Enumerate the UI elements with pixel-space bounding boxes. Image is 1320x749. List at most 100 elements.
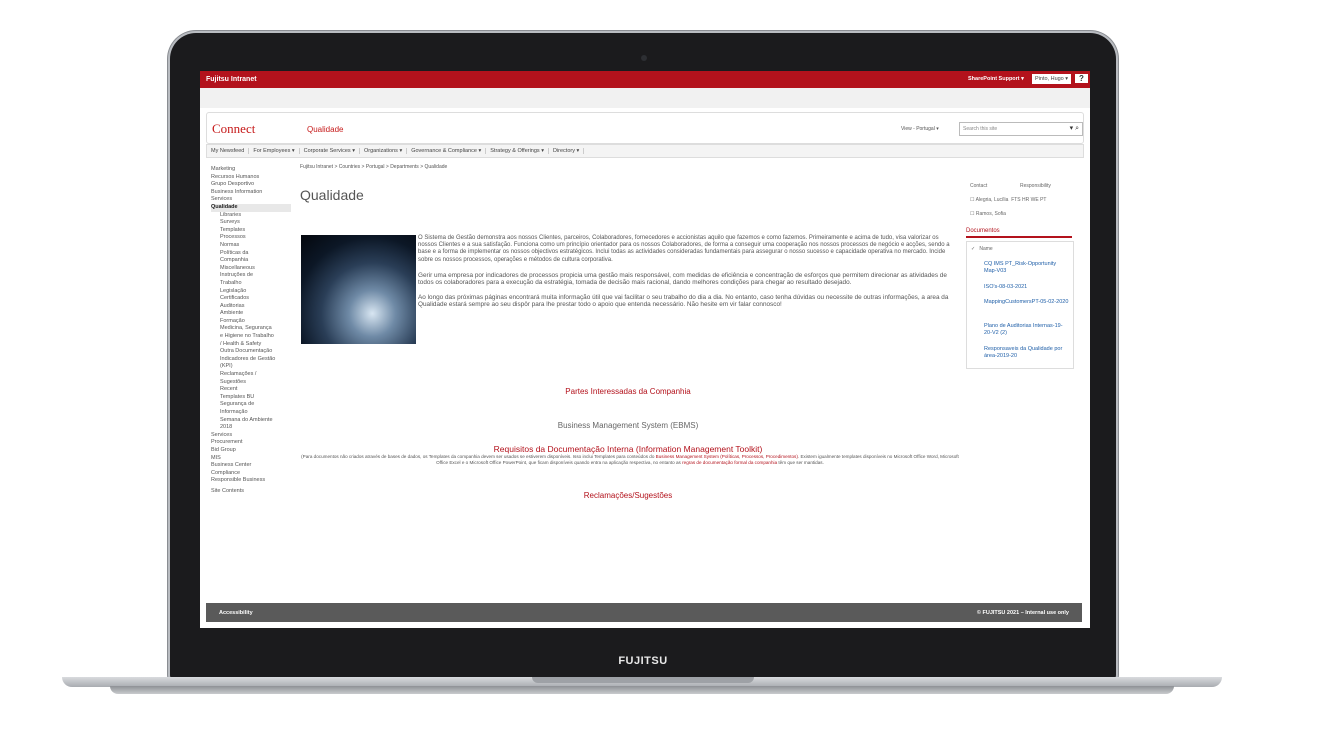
sidebar-item[interactable]: Qualidade [211,203,291,212]
sidebar-item[interactable]: e Higiene no Trabalho [211,333,291,341]
link-requisitos[interactable]: Requisitos da Documentação Interna (Info… [300,444,956,454]
note-e: têm que ser mantidas. [777,460,824,465]
sidebar-item[interactable]: 2018 [211,424,291,432]
laptop-base-shadow [110,686,1174,694]
nav-item[interactable]: Directory ▾ [549,148,585,154]
ribbon-area [200,88,1090,108]
contact-name[interactable]: Alegria, Lucília [976,197,1009,203]
sidebar-item[interactable]: / Health & Safety [211,341,291,349]
sidebar-item[interactable]: Certificados [211,295,291,303]
document-link[interactable]: Responsaveis da Qualidade por área-2019-… [984,346,1070,360]
help-icon[interactable]: ? [1075,74,1088,83]
view-label: View - Portugal [901,126,935,132]
link-reclamacoes[interactable]: Reclamações/Sugestões [300,491,956,500]
sidebar-item[interactable]: Políticas da [211,250,291,258]
documents-header: ✓ Name [971,246,993,252]
sidebar-item[interactable]: Grupo Desportivo [211,181,291,189]
user-menu[interactable]: Pinto, Hugo ▾ [1032,74,1072,84]
laptop-notch [532,677,754,683]
top-navigation: My Newsfeed For Employees ▾ Corporate Serv… [206,144,1084,158]
breadcrumb[interactable]: Fujitsu Intranet > Countries > Portugal … [300,164,447,170]
intranet-title[interactable]: Fujitsu Intranet [206,76,257,83]
sidebar-item[interactable]: Ambiente [211,310,291,318]
sidebar-item[interactable]: Templates [211,227,291,235]
note-link-rules[interactable]: regras de documentação formal da companh… [682,460,777,465]
sidebar-item[interactable]: Recursos Humanos [211,174,291,182]
sharepoint-support-menu[interactable]: SharePoint Support ▾ [968,76,1024,82]
sidebar-item[interactable]: Segurança de [211,401,291,409]
contacts-panel: Contact Responsibility ☐ Alegria, Lucília… [970,179,1051,221]
sidebar-item[interactable]: Legislação [211,288,291,296]
sidebar-item[interactable]: Semana do Ambiente [211,417,291,425]
nav-item[interactable]: Strategy & Offerings ▾ [486,148,549,154]
templates-note: (Para documentos não criados através de … [300,454,960,466]
sidebar-item[interactable]: Informação [211,409,291,417]
sidebar-item[interactable]: Medicina, Segurança [211,325,291,333]
note-a: (Para documentos não criados através de … [301,454,656,459]
sidebar-item[interactable]: Formação [211,318,291,326]
sidebar-item[interactable]: Templates BU [211,394,291,402]
nav-item[interactable]: For Employees ▾ [249,148,300,154]
sidebar-item[interactable]: Processos [211,234,291,242]
sidebar-item[interactable]: Sugestões [211,379,291,387]
sidebar-item[interactable]: Outra Documentação [211,348,291,356]
contact-checkbox[interactable]: ☐ [970,211,974,217]
sidebar-item[interactable]: Normas [211,242,291,250]
search-placeholder: Search this site [963,126,998,132]
connect-logo[interactable]: Connect [212,121,255,137]
sidebar-item[interactable]: Miscellaneous [211,265,291,273]
link-partes-interessadas[interactable]: Partes Interessadas da Companhia [300,387,956,396]
check-icon[interactable]: ✓ [971,246,975,252]
sidebar-item[interactable]: Services [211,432,291,440]
screen: Fujitsu Intranet SharePoint Support ▾ Pi… [200,71,1090,628]
nav-item[interactable]: Organizations ▾ [360,148,408,154]
contact-name[interactable]: Ramos, Sofia [976,211,1006,217]
sidebar-item[interactable]: MIS [211,455,291,463]
contact-col-header: Contact [970,183,988,189]
sidebar-item[interactable]: Companhia [211,257,291,265]
footer: Accessibility © FUJITSU 2021 – Internal … [206,603,1082,622]
page-title: Qualidade [300,187,364,203]
name-column[interactable]: Name [979,246,992,252]
view-selector[interactable]: View - Portugal ▾ [901,126,939,132]
sidebar-item[interactable]: Business Center [211,462,291,470]
document-link[interactable]: ISO's-08-03-2021 [984,284,1070,291]
responsibility-col-header: Responsibility [1020,183,1051,189]
sidebar-item[interactable]: Business Information [211,189,291,197]
documents-title[interactable]: Documentos [966,228,1072,238]
nav-item[interactable]: My Newsfeed [207,148,250,154]
sidebar-item[interactable]: Trabalho [211,280,291,288]
sidebar-item[interactable]: Recent [211,386,291,394]
accessibility-link[interactable]: Accessibility [219,610,253,616]
link-ebms[interactable]: Business Management System (EBMS) [300,421,956,430]
sidebar-item[interactable]: (KPI) [211,363,291,371]
documents-list: ✓ Name CQ IMS PT_Risk-Opportunity Map-V0… [966,241,1074,369]
sidebar-item[interactable]: Surveys [211,219,291,227]
search-input[interactable]: Search this site ▾ ⌕ [959,122,1083,136]
sidebar-item[interactable]: Instruções de [211,272,291,280]
document-link[interactable]: MappingCustomersPT-05-02-2020 [984,299,1070,306]
nav-item[interactable]: Governance & Compliance ▾ [407,148,487,154]
document-link[interactable]: Plano de Auditorias Internas-19-20-V2 (2… [984,323,1070,337]
sidebar-item[interactable]: Indicadores de Gestão [211,356,291,364]
copyright: © FUJITSU 2021 – Internal use only [976,610,1069,616]
contact-checkbox[interactable]: ☐ [970,197,974,203]
sidebar-item[interactable]: Auditorias [211,303,291,311]
sidebar-item[interactable]: Libraries [211,212,291,220]
document-link[interactable]: CQ IMS PT_Risk-Opportunity Map-V03 [984,261,1070,275]
note-link-bms[interactable]: Business Management System (Políticas, P… [656,454,798,459]
site-title[interactable]: Qualidade [307,125,343,134]
laptop-brand-logo: FUJITSU [618,655,668,667]
sidebar-item[interactable]: Services [211,196,291,204]
nav-item[interactable]: Corporate Services ▾ [300,148,360,154]
sidebar-item[interactable]: Site Contents [211,488,291,496]
sidebar-item[interactable]: Marketing [211,166,291,174]
sidebar-item[interactable]: Reclamações / [211,371,291,379]
quick-launch: Marketing Recursos Humanos Grupo Desportiv… [211,166,291,496]
site-header: Connect Qualidade View - Portugal ▾ Sear… [206,112,1084,144]
sidebar-item[interactable]: Compliance [211,470,291,478]
sidebar-item[interactable]: Procurement [211,439,291,447]
search-icon[interactable]: ▾ ⌕ [1070,124,1079,133]
sidebar-item[interactable]: Responsible Business [211,477,291,485]
sidebar-item[interactable]: Bid Group [211,447,291,455]
